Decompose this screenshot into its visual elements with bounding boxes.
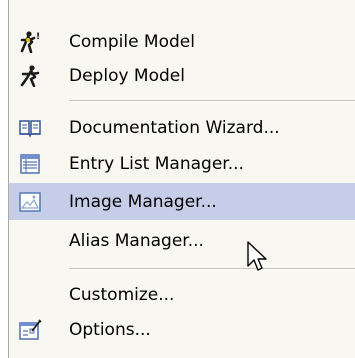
menu-item-compile-model[interactable]: ! Compile Model	[9, 23, 355, 60]
menu-item-options[interactable]: Options...	[9, 311, 355, 348]
menu-item-label: Image Manager...	[69, 192, 217, 212]
context-menu: ! Compile Model Deploy Model Documentati…	[8, 0, 355, 358]
book-icon	[18, 117, 42, 139]
options-icon	[18, 319, 42, 341]
menu-item-label: Deploy Model	[69, 66, 185, 86]
menu-item-documentation-wizard[interactable]: Documentation Wizard...	[9, 109, 355, 146]
menu-item-deploy-model[interactable]: Deploy Model	[9, 57, 355, 94]
menu-item-label: Entry List Manager...	[69, 154, 244, 174]
menu-item-label: Customize...	[69, 285, 175, 305]
image-icon	[18, 191, 42, 213]
mouse-cursor-icon	[247, 241, 269, 275]
menu-item-entry-list-manager[interactable]: Entry List Manager...	[9, 145, 355, 182]
menu-separator	[69, 100, 355, 101]
menu-item-label: Options...	[69, 320, 151, 340]
svg-text:!: !	[36, 32, 40, 42]
menu-item-image-manager[interactable]: Image Manager...	[9, 183, 355, 220]
menu-item-alias-manager[interactable]: Alias Manager...	[9, 222, 355, 259]
menu-item-label: Documentation Wizard...	[69, 118, 280, 138]
compile-runner-icon: !	[18, 31, 42, 54]
menu-item-label: Alias Manager...	[69, 231, 204, 251]
menu-item-customize[interactable]: Customize...	[9, 276, 355, 313]
list-icon	[18, 153, 42, 175]
deploy-runner-icon	[18, 65, 42, 88]
menu-separator	[69, 268, 355, 269]
menu-item-label: Compile Model	[69, 32, 195, 52]
